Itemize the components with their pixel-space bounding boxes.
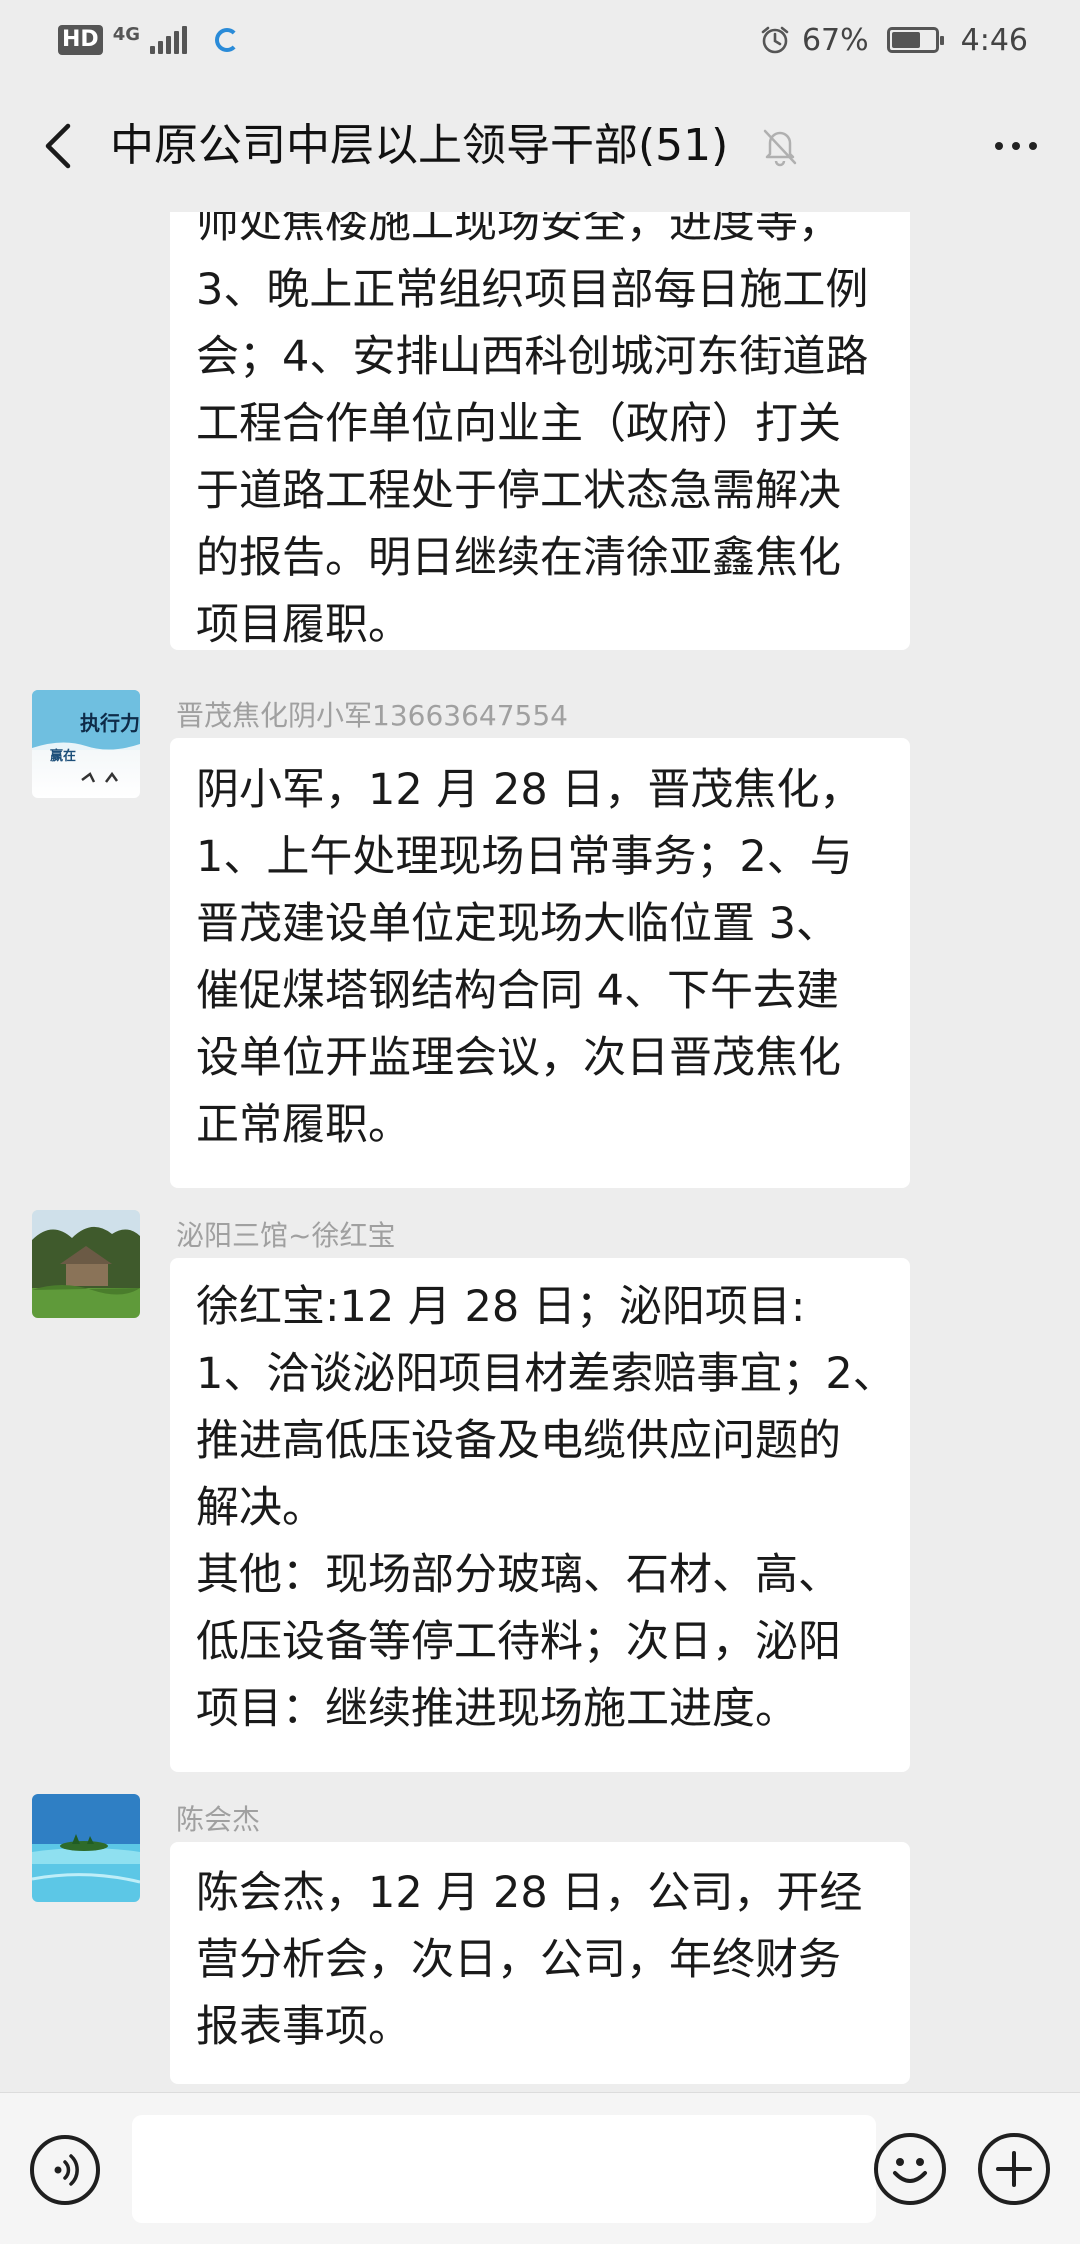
message-input[interactable] bbox=[132, 2115, 876, 2223]
message-line: 于道路工程处于停工状态急需解决 bbox=[196, 466, 841, 516]
avatar[interactable] bbox=[32, 1210, 140, 1318]
voice-icon bbox=[54, 2154, 79, 2186]
alarm-icon bbox=[761, 26, 789, 54]
message-line: 报表事项。 bbox=[196, 2002, 411, 2052]
message-line: 低压设备等停工待料；次日，泌阳 bbox=[196, 1617, 841, 1667]
message-bubble[interactable]: 陈会杰，12 月 28 日，公司，开经 营分析会，次日，公司，年终财务 报表事项… bbox=[170, 1842, 910, 2084]
chat-title: 中原公司中层以上领导干部(51) bbox=[110, 120, 729, 171]
emoji-icon bbox=[893, 2158, 927, 2183]
chat-screen: HD 4G 67% 4:46 中原公司中层以上领导干部(51) 师处焦楼施工现场… bbox=[0, 0, 1080, 2244]
message-line: 解决。 bbox=[196, 1483, 325, 1533]
battery-level bbox=[891, 32, 920, 48]
avatar[interactable]: 赢在 执行力 bbox=[32, 690, 140, 798]
message-line: 陈会杰，12 月 28 日，公司，开经 bbox=[196, 1868, 863, 1918]
plus-icon bbox=[996, 2151, 1032, 2187]
message-line: 项目：继续推进现场施工进度。 bbox=[196, 1684, 798, 1734]
avatar-image bbox=[32, 1210, 140, 1318]
avatar-text-small: 赢在 bbox=[50, 748, 76, 764]
message-line: 徐红宝:12 月 28 日；泌阳项目: bbox=[196, 1282, 806, 1332]
avatar-image: 赢在 执行力 bbox=[32, 690, 140, 783]
message-list[interactable]: 师处焦楼施工现场安全，进度等， 3、晚上正常组织项目部每日施工例 会；4、安排山… bbox=[0, 212, 1080, 2092]
hd-badge: HD bbox=[58, 25, 103, 55]
message-line: 师处焦楼施工现场安全，进度等， bbox=[196, 212, 841, 248]
message-line: 的报告。明日继续在清徐亚鑫焦化 bbox=[196, 533, 841, 583]
voice-button[interactable] bbox=[30, 2135, 100, 2205]
message-line: 阴小军，12 月 28 日，晋茂焦化， bbox=[196, 765, 863, 815]
avatar-image bbox=[32, 1794, 140, 1902]
clock: 4:46 bbox=[960, 22, 1028, 58]
message-line: 催促煤塔钢结构合同 4、下午去建 bbox=[196, 966, 840, 1016]
message-bubble[interactable]: 师处焦楼施工现场安全，进度等， 3、晚上正常组织项目部每日施工例 会；4、安排山… bbox=[170, 212, 910, 650]
status-left: HD 4G bbox=[58, 20, 239, 60]
battery-icon bbox=[886, 27, 944, 53]
app-notification-icon bbox=[215, 28, 239, 52]
more-dots-icon bbox=[995, 142, 1003, 150]
emoji-button[interactable] bbox=[874, 2133, 946, 2205]
sender-name: 陈会杰 bbox=[176, 1803, 261, 1836]
bell-off-icon bbox=[763, 129, 797, 167]
message-line: 项目履职。 bbox=[196, 600, 411, 650]
signal-icon bbox=[150, 26, 187, 54]
message-line: 1、洽谈泌阳项目材差索赔事宜；2、 bbox=[196, 1349, 896, 1399]
status-right: 67% 4:46 bbox=[760, 18, 1028, 62]
message-line: 营分析会，次日，公司，年终财务 bbox=[196, 1935, 841, 1985]
avatar[interactable] bbox=[32, 1794, 140, 1902]
battery-percent: 67% bbox=[801, 22, 869, 58]
status-bar: HD 4G 67% 4:46 bbox=[0, 0, 1080, 80]
message-line: 会；4、安排山西科创城河东街道路 bbox=[196, 332, 869, 382]
message-line: 晋茂建设单位定现场大临位置 3、 bbox=[196, 899, 840, 949]
message-bubble[interactable]: 阴小军，12 月 28 日，晋茂焦化， 1、上午处理现场日常事务；2、与 晋茂建… bbox=[170, 738, 910, 1188]
chevron-left-icon bbox=[45, 123, 71, 169]
message-line: 设单位开监理会议，次日晋茂焦化 bbox=[196, 1033, 841, 1083]
message-line: 3、晚上正常组织项目部每日施工例 bbox=[196, 265, 869, 315]
message-line: 推进高低压设备及电缆供应问题的 bbox=[196, 1416, 841, 1466]
sender-name: 晋茂焦化阴小军13663647554 bbox=[176, 699, 568, 732]
message-line: 1、上午处理现场日常事务；2、与 bbox=[196, 832, 853, 882]
avatar-text-big: 执行力 bbox=[80, 711, 140, 735]
network-type: 4G bbox=[112, 24, 140, 45]
more-functions-button[interactable] bbox=[978, 2133, 1050, 2205]
chat-header: 中原公司中层以上领导干部(51) bbox=[0, 80, 1080, 212]
sender-name: 泌阳三馆~徐红宝 bbox=[176, 1219, 396, 1252]
back-button[interactable] bbox=[28, 116, 88, 176]
message-bubble[interactable]: 徐红宝:12 月 28 日；泌阳项目: 1、洽谈泌阳项目材差索赔事宜；2、 推进… bbox=[170, 1258, 910, 1772]
message-line: 正常履职。 bbox=[196, 1100, 411, 1150]
message-line: 其他：现场部分玻璃、石材、高、 bbox=[196, 1550, 841, 1600]
more-options-button[interactable] bbox=[980, 116, 1052, 176]
message-line: 工程合作单位向业主（政府）打关 bbox=[196, 399, 841, 449]
input-bar bbox=[0, 2092, 1080, 2244]
